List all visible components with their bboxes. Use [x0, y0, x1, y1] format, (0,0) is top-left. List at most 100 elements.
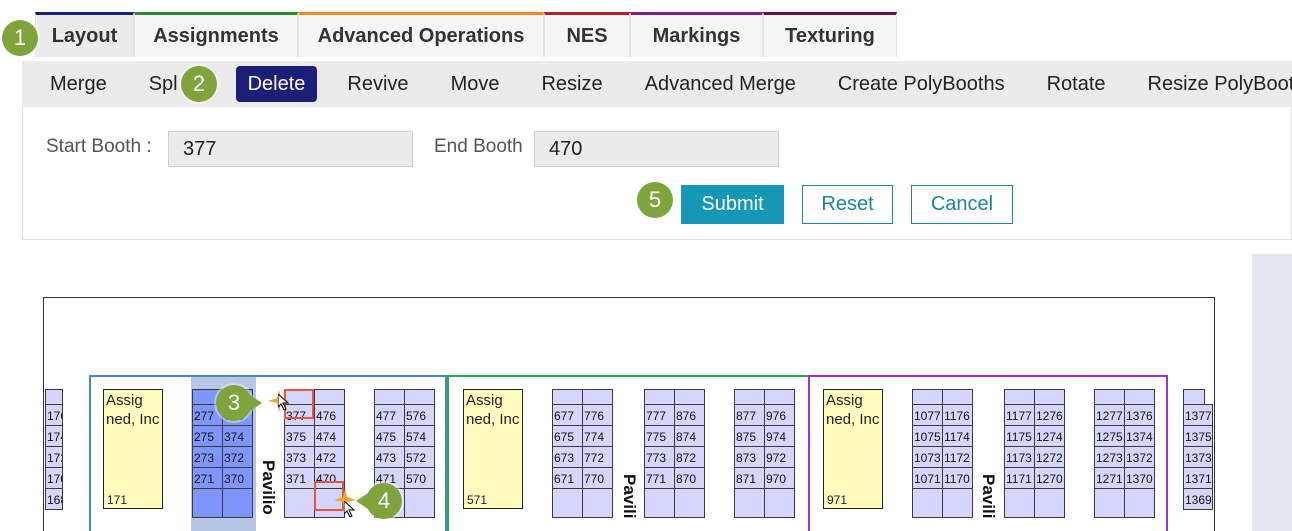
booth[interactable]: [1183, 389, 1205, 405]
booth[interactable]: [314, 389, 345, 405]
booth[interactable]: 1371: [1183, 467, 1213, 489]
booth[interactable]: 1276: [1034, 404, 1065, 426]
booth[interactable]: [674, 389, 705, 405]
booth[interactable]: 1170: [942, 467, 973, 489]
assigned-block[interactable]: Assig ned, Inc 571: [463, 389, 523, 509]
booth[interactable]: 1272: [1034, 446, 1065, 468]
booth[interactable]: 1175: [1004, 425, 1035, 447]
booth[interactable]: [284, 488, 315, 518]
booth[interactable]: 1077: [912, 404, 943, 426]
booth[interactable]: 273: [192, 446, 223, 468]
booth[interactable]: 677: [552, 404, 583, 426]
booth[interactable]: [644, 389, 675, 405]
booth[interactable]: 673: [552, 446, 583, 468]
booth[interactable]: 774: [582, 425, 613, 447]
booth[interactable]: 671: [552, 467, 583, 489]
booth[interactable]: 1173: [1004, 446, 1035, 468]
toolbar-resize-polybooth[interactable]: Resize PolyBooth: [1148, 66, 1292, 102]
booth[interactable]: 574: [404, 425, 435, 447]
booth[interactable]: 775: [644, 425, 675, 447]
booth[interactable]: 972: [764, 446, 795, 468]
cancel-button[interactable]: Cancel: [911, 185, 1013, 224]
toolbar-rotate[interactable]: Rotate: [1047, 66, 1106, 102]
tab-advanced-operations[interactable]: Advanced Operations: [298, 12, 544, 57]
booth[interactable]: 1373: [1183, 446, 1213, 468]
booth[interactable]: 1369: [1183, 488, 1213, 510]
toolbar-create-polybooths[interactable]: Create PolyBooths: [838, 66, 1005, 102]
booth[interactable]: [552, 389, 583, 405]
tab-texturing[interactable]: Texturing: [763, 12, 897, 57]
booth[interactable]: 877: [734, 404, 765, 426]
booth[interactable]: 1273: [1094, 446, 1125, 468]
toolbar-advanced-merge[interactable]: Advanced Merge: [645, 66, 796, 102]
booth[interactable]: [644, 488, 675, 518]
booth[interactable]: 1376: [1124, 404, 1155, 426]
booth[interactable]: 275: [192, 425, 223, 447]
booth[interactable]: 1375: [1183, 425, 1213, 447]
booth[interactable]: 572: [404, 446, 435, 468]
booth[interactable]: 872: [674, 446, 705, 468]
booth[interactable]: [734, 488, 765, 518]
booth[interactable]: 1377: [1183, 404, 1213, 426]
booth[interactable]: 477: [374, 404, 405, 426]
booth[interactable]: 1171: [1004, 467, 1035, 489]
booth[interactable]: 1075: [912, 425, 943, 447]
booth[interactable]: 373: [284, 446, 315, 468]
toolbar-revive[interactable]: Revive: [347, 66, 408, 102]
booth[interactable]: [1004, 488, 1035, 518]
booth[interactable]: 570: [404, 467, 435, 489]
booth[interactable]: 970: [764, 467, 795, 489]
start-booth-input[interactable]: 377: [168, 131, 413, 167]
booth[interactable]: 875: [734, 425, 765, 447]
booth[interactable]: 772: [582, 446, 613, 468]
booth[interactable]: 475: [374, 425, 405, 447]
booth[interactable]: [374, 389, 405, 405]
booth[interactable]: 873: [734, 446, 765, 468]
tab-markings[interactable]: Markings: [630, 12, 763, 57]
booth[interactable]: 1073: [912, 446, 943, 468]
booth[interactable]: 172: [45, 446, 63, 468]
booth[interactable]: [1094, 389, 1125, 405]
booth[interactable]: [912, 389, 943, 405]
booth[interactable]: 1370: [1124, 467, 1155, 489]
booth[interactable]: [1124, 389, 1155, 405]
tab-assignments[interactable]: Assignments: [134, 12, 298, 57]
booth[interactable]: 773: [644, 446, 675, 468]
booth[interactable]: 770: [582, 467, 613, 489]
booth[interactable]: 1174: [942, 425, 973, 447]
booth[interactable]: 974: [764, 425, 795, 447]
booth[interactable]: 776: [582, 404, 613, 426]
booth[interactable]: 1177: [1004, 404, 1035, 426]
tab-nes[interactable]: NES: [544, 12, 630, 57]
reset-button[interactable]: Reset: [802, 185, 893, 224]
assigned-block[interactable]: Assig ned, Inc 171: [103, 389, 163, 509]
toolbar-merge[interactable]: Merge: [50, 66, 107, 102]
booth[interactable]: 874: [674, 425, 705, 447]
booth[interactable]: [942, 488, 973, 518]
booth[interactable]: [192, 488, 223, 518]
booth[interactable]: 372: [222, 446, 253, 468]
booth[interactable]: 168: [45, 488, 63, 510]
toolbar-move[interactable]: Move: [451, 66, 500, 102]
booth[interactable]: 777: [644, 404, 675, 426]
booth[interactable]: 371: [284, 467, 315, 489]
toolbar-resize[interactable]: Resize: [541, 66, 602, 102]
booth[interactable]: 675: [552, 425, 583, 447]
booth[interactable]: 870: [674, 467, 705, 489]
booth[interactable]: [674, 488, 705, 518]
booth[interactable]: [1094, 488, 1125, 518]
end-booth-input[interactable]: 470: [534, 131, 779, 167]
booth[interactable]: 1270: [1034, 467, 1065, 489]
booth[interactable]: 473: [374, 446, 405, 468]
booth[interactable]: 271: [192, 467, 223, 489]
toolbar-delete[interactable]: Delete: [235, 66, 318, 102]
toolbar-split[interactable]: Spl: [149, 66, 178, 102]
booth[interactable]: 1277: [1094, 404, 1125, 426]
booth[interactable]: 771: [644, 467, 675, 489]
booth[interactable]: [734, 389, 765, 405]
booth[interactable]: 472: [314, 446, 345, 468]
booth[interactable]: [582, 389, 613, 405]
booth[interactable]: 1372: [1124, 446, 1155, 468]
booth[interactable]: 1176: [942, 404, 973, 426]
booth[interactable]: 370: [222, 467, 253, 489]
